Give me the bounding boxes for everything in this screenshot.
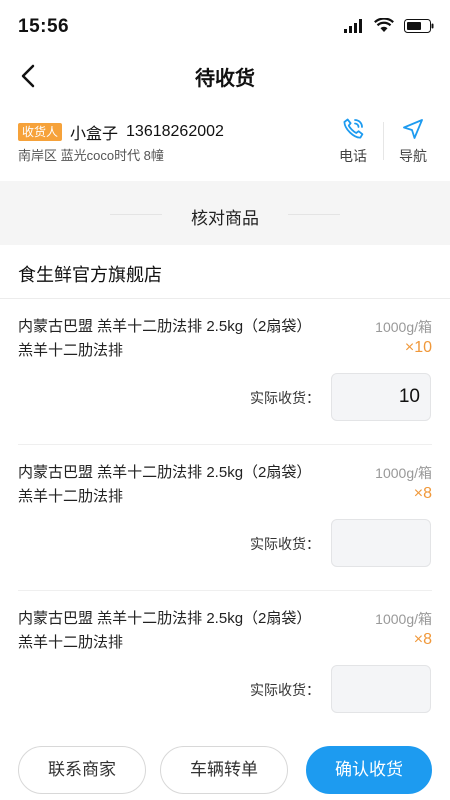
receiver-card: 收货人 小盒子 13618262002 南岸区 蓝光coco时代 8幢 电话 导… xyxy=(0,108,450,180)
received-quantity-input[interactable]: 10 xyxy=(331,373,431,421)
section-title: 核对商品 xyxy=(191,209,259,228)
product-name: 内蒙古巴盟 羔羊十二肋法排 2.5kg（2扇袋）羔羊十二肋法排 xyxy=(18,318,312,359)
received-label: 实际收货： xyxy=(250,390,320,406)
navigate-button[interactable]: 导航 xyxy=(386,116,440,166)
status-time: 15:56 xyxy=(18,16,70,37)
vehicle-transfer-button[interactable]: 车辆转单 xyxy=(160,746,288,794)
receiver-name: 小盒子 xyxy=(70,126,119,143)
product-spec: 1000g/箱 xyxy=(375,319,432,335)
product-item: 内蒙古巴盟 羔羊十二肋法排 2.5kg（2扇袋）羔羊十二肋法排 1000g/箱 … xyxy=(0,445,450,591)
page-title: 待收货 xyxy=(195,68,255,90)
receiver-phone: 13618262002 xyxy=(126,123,224,140)
section-header: 核对商品 xyxy=(0,181,450,245)
call-label: 电话 xyxy=(339,148,367,164)
nav-bar: 待收货 xyxy=(0,50,450,102)
navigation-arrow-icon xyxy=(403,119,423,139)
status-bar: 15:56 xyxy=(0,0,450,50)
store-name: 食生鲜官方旗舰店 xyxy=(18,265,162,285)
product-name: 内蒙古巴盟 羔羊十二肋法排 2.5kg（2扇袋）羔羊十二肋法排 xyxy=(18,610,312,651)
receiver-address: 南岸区 蓝光coco时代 8幢 xyxy=(18,148,164,163)
received-label: 实际收货： xyxy=(250,682,320,698)
section-line-right xyxy=(288,214,340,215)
wifi-icon xyxy=(374,18,394,32)
product-quantity: ×10 xyxy=(404,339,432,356)
received-quantity-input[interactable] xyxy=(331,665,431,713)
action-divider xyxy=(383,122,384,160)
product-item: 内蒙古巴盟 羔羊十二肋法排 2.5kg（2扇袋）羔羊十二肋法排 1000g/箱 … xyxy=(0,299,450,445)
product-quantity: ×8 xyxy=(413,485,432,502)
receiver-tag: 收货人 xyxy=(18,123,63,141)
product-spec: 1000g/箱 xyxy=(375,465,432,481)
product-name: 内蒙古巴盟 羔羊十二肋法排 2.5kg（2扇袋）羔羊十二肋法排 xyxy=(18,464,312,505)
navigate-label: 导航 xyxy=(399,148,427,164)
received-label: 实际收货： xyxy=(250,536,320,552)
confirm-receipt-button[interactable]: 确认收货 xyxy=(306,746,432,794)
contact-merchant-button[interactable]: 联系商家 xyxy=(18,746,146,794)
product-spec: 1000g/箱 xyxy=(375,611,432,627)
received-quantity-input[interactable] xyxy=(331,519,431,567)
status-icons xyxy=(344,18,434,33)
battery-icon xyxy=(404,18,434,33)
receiver-row: 收货人 小盒子 13618262002 xyxy=(18,120,224,144)
product-item: 内蒙古巴盟 羔羊十二肋法排 2.5kg（2扇袋）羔羊十二肋法排 1000g/箱 … xyxy=(0,591,450,737)
call-button[interactable]: 电话 xyxy=(326,116,380,166)
product-quantity: ×8 xyxy=(413,631,432,648)
signal-icon xyxy=(344,18,362,33)
phone-icon xyxy=(343,118,364,139)
bottom-action-bar: 联系商家 车辆转单 确认收货 xyxy=(0,738,450,800)
